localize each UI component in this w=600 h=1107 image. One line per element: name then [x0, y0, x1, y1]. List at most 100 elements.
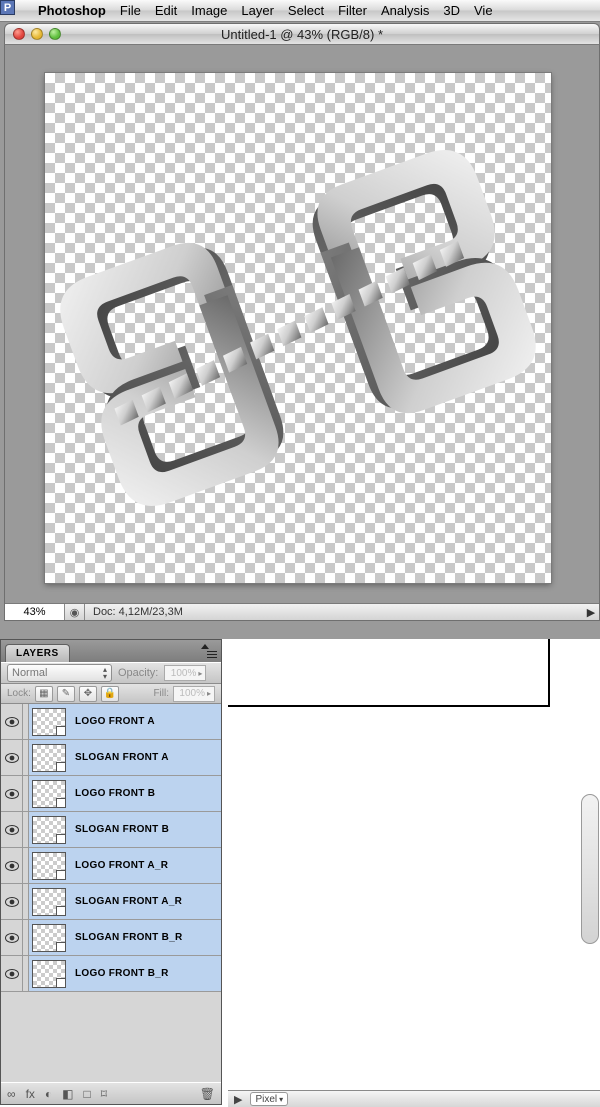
zoom-button[interactable]: [49, 28, 61, 40]
layer-gutter: [23, 704, 29, 739]
layer-row[interactable]: LOGO FRONT B: [1, 776, 221, 812]
visibility-toggle[interactable]: [1, 740, 23, 775]
document-viewport[interactable]: 43% ◉ Doc: 4,12M/23,3M ▶: [4, 45, 600, 621]
layer-group-icon[interactable]: □: [84, 1087, 91, 1101]
layer-thumbnail[interactable]: [32, 780, 66, 808]
layer-row[interactable]: LOGO FRONT A: [1, 704, 221, 740]
lock-pixels-button[interactable]: ✎: [57, 686, 75, 702]
panel-menu-icon[interactable]: [201, 644, 217, 658]
status-options-icon[interactable]: ◉: [65, 604, 85, 621]
layer-row[interactable]: SLOGAN FRONT B_R: [1, 920, 221, 956]
lock-all-button[interactable]: 🔒: [101, 686, 119, 702]
visibility-toggle[interactable]: [1, 884, 23, 919]
menu-filter[interactable]: Filter: [338, 3, 367, 18]
canvas[interactable]: [45, 73, 551, 583]
smart-object-badge-icon: [56, 906, 66, 916]
blend-opacity-row: Normal ▴▾ Opacity: 100% ▸: [1, 662, 221, 684]
layer-name[interactable]: SLOGAN FRONT B: [69, 824, 169, 835]
layer-mask-icon[interactable]: ◐: [45, 1087, 52, 1101]
layers-panel-footer: ∞ fx ◐ ◧ □ ⌑ 🗑: [1, 1082, 221, 1104]
opacity-field[interactable]: 100% ▸: [164, 665, 206, 681]
document-title: Untitled-1 @ 43% (RGB/8) *: [5, 27, 599, 42]
app-menu[interactable]: Photoshop: [38, 3, 106, 18]
vertical-scrollbar[interactable]: [581, 794, 599, 944]
layer-thumbnail[interactable]: [32, 816, 66, 844]
layer-name[interactable]: LOGO FRONT A: [69, 716, 155, 727]
menu-analysis[interactable]: Analysis: [381, 3, 429, 18]
info-arrow-icon[interactable]: ▶: [234, 1093, 242, 1106]
chevron-down-icon: ▸: [207, 689, 211, 698]
visibility-toggle[interactable]: [1, 956, 23, 991]
smart-object-badge-icon: [56, 834, 66, 844]
zoom-field[interactable]: 43%: [5, 604, 65, 621]
layer-style-icon[interactable]: fx: [26, 1087, 35, 1101]
layer-name[interactable]: LOGO FRONT B: [69, 788, 155, 799]
close-button[interactable]: [13, 28, 25, 40]
layer-gutter: [23, 740, 29, 775]
menu-select[interactable]: Select: [288, 3, 324, 18]
layer-thumbnail[interactable]: [32, 888, 66, 916]
layer-row[interactable]: SLOGAN FRONT A_R: [1, 884, 221, 920]
minimize-button[interactable]: [31, 28, 43, 40]
smart-object-badge-icon: [56, 942, 66, 952]
window-titlebar[interactable]: Untitled-1 @ 43% (RGB/8) *: [4, 23, 600, 45]
visibility-toggle[interactable]: [1, 848, 23, 883]
opacity-label: Opacity:: [118, 667, 158, 679]
layer-gutter: [23, 956, 29, 991]
visibility-toggle[interactable]: [1, 920, 23, 955]
blend-mode-dropdown[interactable]: Normal ▴▾: [7, 664, 112, 682]
adjustment-layer-icon[interactable]: ◧: [62, 1087, 73, 1101]
layer-gutter: [23, 920, 29, 955]
lower-workspace: ▶ Pixel ▾ LAYERS Normal ▴▾ Opacity: 100%…: [0, 639, 600, 1107]
layer-gutter: [23, 812, 29, 847]
lock-position-button[interactable]: ✥: [79, 686, 97, 702]
layer-row[interactable]: LOGO FRONT A_R: [1, 848, 221, 884]
layer-gutter: [23, 848, 29, 883]
ps-app-badge: P: [0, 0, 15, 15]
layer-name[interactable]: SLOGAN FRONT A: [69, 752, 169, 763]
layer-thumbnail[interactable]: [32, 744, 66, 772]
layer-thumbnail[interactable]: [32, 708, 66, 736]
transparency-checker: [45, 73, 551, 583]
options-panel-area: ▶ Pixel ▾: [228, 639, 600, 1107]
menu-edit[interactable]: Edit: [155, 3, 177, 18]
window-controls: [13, 28, 61, 40]
menu-layer[interactable]: Layer: [241, 3, 274, 18]
visibility-toggle[interactable]: [1, 812, 23, 847]
eye-icon: [5, 861, 19, 871]
layer-row[interactable]: SLOGAN FRONT A: [1, 740, 221, 776]
menu-file[interactable]: File: [120, 3, 141, 18]
layer-list[interactable]: LOGO FRONT A SLOGAN FRONT A LOGO FRONT B SL…: [1, 704, 221, 1082]
fill-value: 100%: [179, 688, 205, 699]
layer-name[interactable]: SLOGAN FRONT A_R: [69, 896, 182, 907]
delete-layer-icon[interactable]: 🗑: [200, 1087, 215, 1101]
layer-gutter: [23, 776, 29, 811]
link-layers-icon[interactable]: ∞: [7, 1087, 16, 1101]
layer-thumbnail[interactable]: [32, 960, 66, 988]
layer-name[interactable]: SLOGAN FRONT B_R: [69, 932, 183, 943]
menu-3d[interactable]: 3D: [443, 3, 460, 18]
units-dropdown[interactable]: Pixel ▾: [250, 1092, 288, 1106]
tab-layers[interactable]: LAYERS: [5, 644, 70, 662]
fill-field[interactable]: 100% ▸: [173, 686, 215, 702]
smart-object-badge-icon: [56, 762, 66, 772]
visibility-toggle[interactable]: [1, 776, 23, 811]
visibility-toggle[interactable]: [1, 704, 23, 739]
smart-object-badge-icon: [56, 798, 66, 808]
menu-view[interactable]: Vie: [474, 3, 493, 18]
layer-row[interactable]: SLOGAN FRONT B: [1, 812, 221, 848]
layer-thumbnail[interactable]: [32, 852, 66, 880]
layer-name[interactable]: LOGO FRONT A_R: [69, 860, 168, 871]
eye-icon: [5, 717, 19, 727]
doc-size-info[interactable]: Doc: 4,12M/23,3M: [85, 606, 583, 618]
eye-icon: [5, 825, 19, 835]
layer-row[interactable]: LOGO FRONT B_R: [1, 956, 221, 992]
menu-image[interactable]: Image: [191, 3, 227, 18]
stepper-arrows-icon: ▴▾: [103, 666, 107, 680]
lock-transparency-button[interactable]: ▦: [35, 686, 53, 702]
eye-icon: [5, 897, 19, 907]
layer-name[interactable]: LOGO FRONT B_R: [69, 968, 169, 979]
status-menu-arrow-icon[interactable]: ▶: [583, 606, 599, 619]
layer-thumbnail[interactable]: [32, 924, 66, 952]
new-layer-icon[interactable]: ⌑: [101, 1087, 107, 1101]
